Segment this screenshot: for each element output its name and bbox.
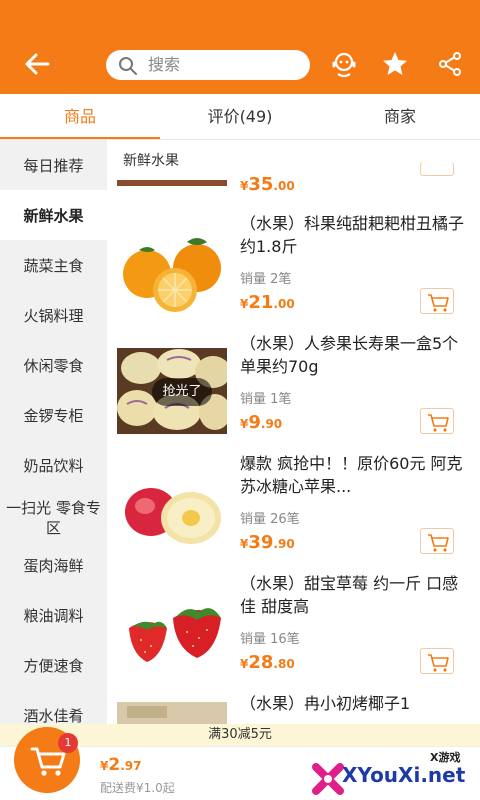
sidebar-item-snack-zone[interactable]: 一扫光 零食专区 [0,490,107,546]
cart-icon [428,294,449,312]
product-price: ¥9.90 [240,412,283,433]
sidebar-item-snacks[interactable]: 休闲零食 [0,340,107,390]
sold-out-badge: 抢光了 [152,378,212,406]
sidebar-item-dairy[interactable]: 奶品饮料 [0,440,107,490]
tab-merchant[interactable]: 商家 [320,94,480,140]
cart-bar: 1 ¥2.97 配送费¥1.0起 X游戏 XYouXi.net [0,727,480,800]
product-price: ¥39.90 [240,532,295,553]
sidebar-item-vegetables[interactable]: 蔬菜主食 [0,240,107,290]
watermark-text: XYouXi.net [342,763,466,787]
sidebar-item-jinluo[interactable]: 金锣专柜 [0,390,107,440]
list-item[interactable]: ¥35.00 [107,140,480,195]
sidebar-item-grain-oil[interactable]: 粮油调料 [0,590,107,640]
delivery-fee: 配送费¥1.0起 [100,781,175,795]
tab-reviews[interactable]: 评价(49) [160,94,320,140]
sidebar-item-meat-seafood[interactable]: 蛋肉海鲜 [0,540,107,590]
product-name: （水果）人参果长寿果一盒5个 单果约70g [240,334,459,376]
share-icon[interactable] [436,50,464,78]
sidebar-item-daily[interactable]: 每日推荐 [0,140,107,190]
star-icon[interactable] [381,50,409,78]
list-item[interactable]: （水果）甜宝草莓 约一斤 口感佳 甜度高 销量 16笔 ¥28.80 [107,572,480,692]
add-to-cart-button[interactable] [420,528,454,554]
product-price: ¥35.00 [240,174,295,195]
product-image [117,228,227,314]
cart-icon [428,414,449,432]
tab-bar: 商品 评价(49) 商家 [0,94,480,140]
add-to-cart-button[interactable] [420,408,454,434]
product-sales: 销量 2笔 [240,272,292,287]
active-tab-indicator [0,137,160,139]
back-arrow-icon[interactable] [24,50,50,78]
add-to-cart-button[interactable] [420,288,454,314]
tab-products[interactable]: 商品 [0,94,160,140]
product-list: 新鲜水果 ¥35.00 （水果）科果纯甜耙耙柑丑橘子 约1.8斤 销量 2笔 ¥… [107,140,480,724]
add-to-cart-button[interactable] [420,162,454,176]
category-sidebar: 每日推荐 新鲜水果 蔬菜主食 火锅料理 休闲零食 金锣专柜 奶品饮料 一扫光 零… [0,140,107,740]
product-price: ¥28.80 [240,652,295,673]
product-price: ¥21.00 [240,292,295,313]
product-sales: 销量 26笔 [240,512,300,527]
cart-icon [428,654,449,672]
product-name: （水果）冉小初烤椰子1 [240,694,411,713]
app-root: 搜索 商品 评价(49) 商家 每日推荐 新鲜水果 蔬菜主食 火锅料理 休闲零食… [0,0,480,800]
cart-total: ¥2.97 [100,755,142,775]
cart-count-badge: 1 [58,733,78,753]
product-sales: 销量 1笔 [240,392,292,407]
header-bar: 搜索 [0,0,480,94]
add-to-cart-button[interactable] [420,648,454,674]
product-name: 爆款 疯抢中！！原价60元 阿克苏冰糖心苹果... [240,454,463,496]
search-placeholder: 搜索 [148,55,181,74]
list-item[interactable]: （水果）冉小初烤椰子1 [107,692,480,724]
product-sales: 销量 16笔 [240,632,300,647]
product-name: （水果）科果纯甜耙耙柑丑橘子 约1.8斤 [240,214,465,256]
product-name: （水果）甜宝草莓 约一斤 口感佳 甜度高 [240,574,459,616]
product-image [117,702,227,724]
product-image [117,180,227,186]
product-image [117,468,227,554]
sidebar-item-fruit[interactable]: 新鲜水果 [0,190,107,240]
list-item[interactable]: 爆款 疯抢中！！原价60元 阿克苏冰糖心苹果... 销量 26笔 ¥39.90 [107,452,480,572]
sidebar-item-instant[interactable]: 方便速食 [0,640,107,690]
search-icon [118,56,138,76]
sidebar-item-hotpot[interactable]: 火锅料理 [0,290,107,340]
cart-icon [428,534,449,552]
search-input[interactable]: 搜索 [106,50,310,80]
watermark: X游戏 XYouXi.net [306,749,480,800]
list-item[interactable]: （水果）科果纯甜耙耙柑丑橘子 约1.8斤 销量 2笔 ¥21.00 [107,212,480,332]
service-icon[interactable] [330,50,358,78]
list-item[interactable]: 抢光了 （水果）人参果长寿果一盒5个 单果约70g 销量 1笔 ¥9.90 [107,332,480,452]
product-image [117,588,227,674]
product-image: 抢光了 [117,348,231,434]
